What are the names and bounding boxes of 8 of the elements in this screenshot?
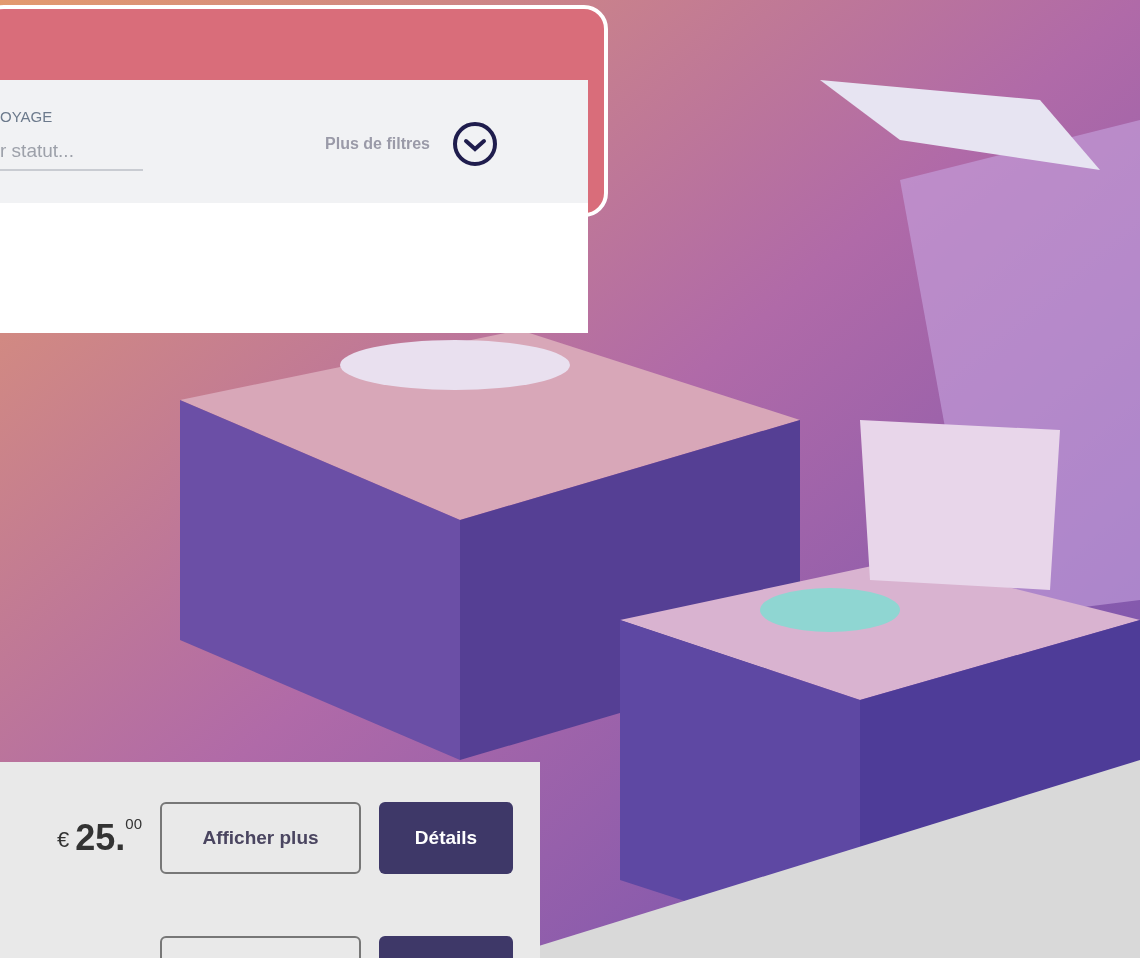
- field-label: OYAGE: [0, 107, 54, 127]
- currency-symbol: €: [57, 826, 70, 854]
- price-cents: 00: [125, 814, 142, 834]
- status-field[interactable]: r statut...: [0, 136, 143, 171]
- details-button[interactable]: Détails: [379, 802, 513, 874]
- chevron-down-icon[interactable]: [452, 121, 498, 167]
- show-more-button[interactable]: Afficher plus: [160, 802, 361, 874]
- price: 25.: [75, 816, 126, 860]
